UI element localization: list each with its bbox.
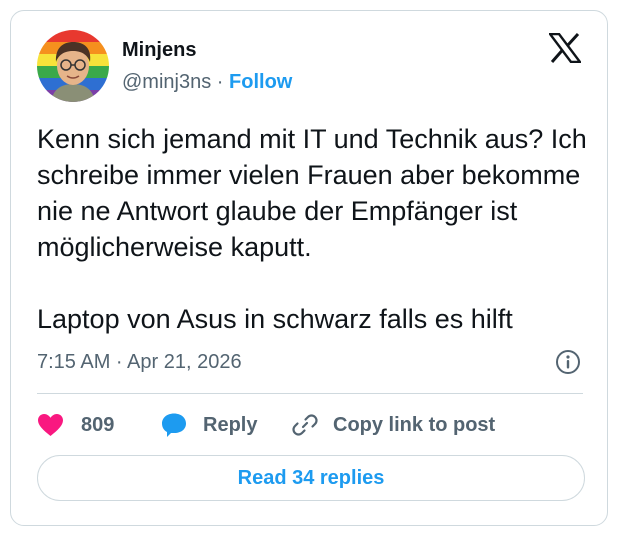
reply-label: Reply [203, 413, 258, 436]
follow-button[interactable]: Follow [229, 71, 292, 93]
like-button[interactable]: 809 [37, 410, 114, 440]
link-icon [292, 414, 318, 436]
author-name[interactable]: Minjens [122, 38, 196, 62]
copy-link-label: Copy link to post [333, 413, 496, 436]
read-replies-button[interactable]: Read 34 replies [37, 455, 585, 501]
like-count: 809 [81, 413, 115, 436]
avatar-image [37, 30, 109, 102]
tweet-card: Minjens @minj3ns · Follow Kenn sich jema… [10, 10, 608, 526]
reply-button[interactable]: Reply [161, 410, 257, 440]
info-icon[interactable] [555, 349, 581, 375]
copy-link-button[interactable]: Copy link to post [291, 410, 495, 440]
tweet-timestamp[interactable]: 7:15 AM · Apr 21, 2026 [37, 350, 242, 374]
heart-icon [38, 414, 63, 436]
speech-bubble-icon [162, 413, 186, 437]
author-handle-row: @minj3ns · Follow [122, 70, 292, 94]
avatar[interactable] [37, 30, 109, 102]
author-handle[interactable]: @minj3ns [122, 71, 211, 93]
divider [37, 393, 583, 394]
x-logo-icon[interactable] [547, 32, 583, 64]
read-replies-label: Read 34 replies [237, 466, 385, 489]
separator-dot: · [216, 71, 224, 93]
tweet-text: Kenn sich jemand mit IT und Technik aus?… [37, 124, 587, 334]
